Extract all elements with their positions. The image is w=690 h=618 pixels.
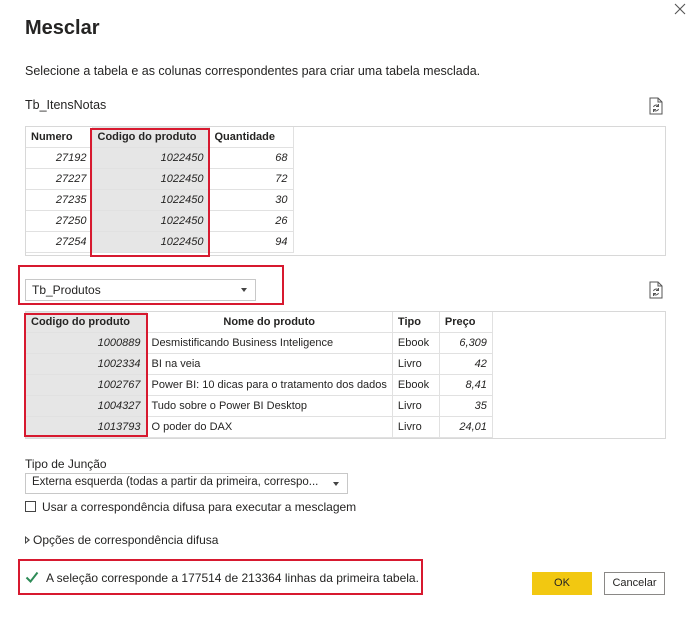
table-cell: 1002334 bbox=[26, 353, 147, 375]
dialog-title: Mesclar bbox=[25, 17, 100, 39]
table-row: 27227 1022450 72 bbox=[26, 168, 294, 190]
table-cell: 8,41 bbox=[439, 374, 493, 396]
refresh-icon[interactable] bbox=[648, 97, 664, 115]
dialog-subtitle: Selecione a tabela e as colunas correspo… bbox=[25, 64, 481, 78]
table-cell: 68 bbox=[209, 147, 294, 169]
table-cell: 30 bbox=[209, 189, 294, 211]
first-table-name: Tb_ItensNotas bbox=[25, 98, 107, 112]
column-header[interactable]: Numero bbox=[26, 127, 93, 148]
table-cell: Livro bbox=[392, 416, 440, 438]
table-cell: 1002767 bbox=[26, 374, 147, 396]
table-cell: 1000889 bbox=[26, 332, 147, 354]
table-row: 1002334 BI na veia Livro 42 bbox=[26, 353, 493, 375]
table-row: 27250 1022450 26 bbox=[26, 210, 294, 232]
ok-button[interactable]: OK bbox=[532, 572, 592, 595]
table-cell: 26 bbox=[209, 210, 294, 232]
table-cell: Desmistificando Business Inteligence bbox=[146, 332, 393, 354]
table-cell: Livro bbox=[392, 353, 440, 375]
table-row: 27192 1022450 68 bbox=[26, 147, 294, 169]
second-table-selected: Tb_Produtos bbox=[32, 283, 101, 297]
table-cell: 27250 bbox=[26, 210, 93, 232]
table-cell: 42 bbox=[439, 353, 493, 375]
refresh-icon[interactable] bbox=[648, 281, 664, 299]
table-row: 1000889 Desmistificando Business Intelig… bbox=[26, 332, 493, 354]
status-message: A seleção corresponde a 177514 de 213364… bbox=[46, 571, 419, 585]
chevron-down-icon bbox=[241, 288, 247, 292]
table-cell: 1022450 bbox=[92, 189, 210, 211]
table-cell: 1022450 bbox=[92, 231, 210, 253]
chevron-right-icon[interactable] bbox=[25, 536, 30, 544]
table-cell: 24,01 bbox=[439, 416, 493, 438]
join-type-selected: Externa esquerda (todas a partir da prim… bbox=[32, 476, 319, 488]
table-cell: 1022450 bbox=[92, 210, 210, 232]
table-cell: Ebook bbox=[392, 332, 440, 354]
table-cell: Livro bbox=[392, 395, 440, 417]
table-cell: 6,309 bbox=[439, 332, 493, 354]
table-row: 1004327 Tudo sobre o Power BI Desktop Li… bbox=[26, 395, 493, 417]
table-cell: 1022450 bbox=[92, 147, 210, 169]
table-cell: 35 bbox=[439, 395, 493, 417]
column-header[interactable]: Quantidade bbox=[209, 127, 294, 148]
column-header[interactable]: Preço bbox=[439, 312, 493, 333]
cancel-button[interactable]: Cancelar bbox=[604, 572, 665, 595]
join-type-label: Tipo de Junção bbox=[25, 457, 107, 471]
table-cell: 1022450 bbox=[92, 168, 210, 190]
table-row: 1013793 O poder do DAX Livro 24,01 bbox=[26, 416, 493, 438]
column-header-selected[interactable]: Codigo do produto bbox=[92, 127, 210, 148]
table-cell: BI na veia bbox=[146, 353, 393, 375]
column-header-selected[interactable]: Codigo do produto bbox=[26, 312, 147, 333]
close-icon[interactable] bbox=[673, 2, 687, 16]
table-row: 27254 1022450 94 bbox=[26, 231, 294, 253]
column-header[interactable]: Nome do produto bbox=[146, 312, 393, 333]
table-cell: 94 bbox=[209, 231, 294, 253]
table-cell: 27227 bbox=[26, 168, 93, 190]
table-row: 27235 1022450 30 bbox=[26, 189, 294, 211]
table-cell: 27235 bbox=[26, 189, 93, 211]
fuzzy-match-label: Usar a correspondência difusa para execu… bbox=[42, 500, 357, 514]
check-icon bbox=[25, 571, 39, 584]
table-cell: 1004327 bbox=[26, 395, 147, 417]
table-cell: 72 bbox=[209, 168, 294, 190]
fuzzy-match-checkbox[interactable] bbox=[25, 501, 36, 512]
column-header[interactable]: Tipo bbox=[392, 312, 440, 333]
table-cell: 1013793 bbox=[26, 416, 147, 438]
table-cell: Tudo sobre o Power BI Desktop bbox=[146, 395, 393, 417]
table-cell: 27254 bbox=[26, 231, 93, 253]
fuzzy-options-toggle[interactable]: Opções de correspondência difusa bbox=[33, 533, 218, 547]
join-type-dropdown[interactable]: Externa esquerda (todas a partir da prim… bbox=[25, 473, 348, 494]
table-cell: O poder do DAX bbox=[146, 416, 393, 438]
second-table-grid: Codigo do produto Nome do produto Tipo P… bbox=[25, 311, 666, 439]
chevron-down-icon bbox=[333, 482, 339, 486]
second-table-dropdown[interactable]: Tb_Produtos bbox=[25, 279, 256, 301]
table-cell: Ebook bbox=[392, 374, 440, 396]
first-table-grid: Numero Codigo do produto Quantidade 2719… bbox=[25, 126, 666, 256]
table-cell: 27192 bbox=[26, 147, 93, 169]
table-cell: Power BI: 10 dicas para o tratamento dos… bbox=[146, 374, 393, 396]
table-row: 1002767 Power BI: 10 dicas para o tratam… bbox=[26, 374, 493, 396]
